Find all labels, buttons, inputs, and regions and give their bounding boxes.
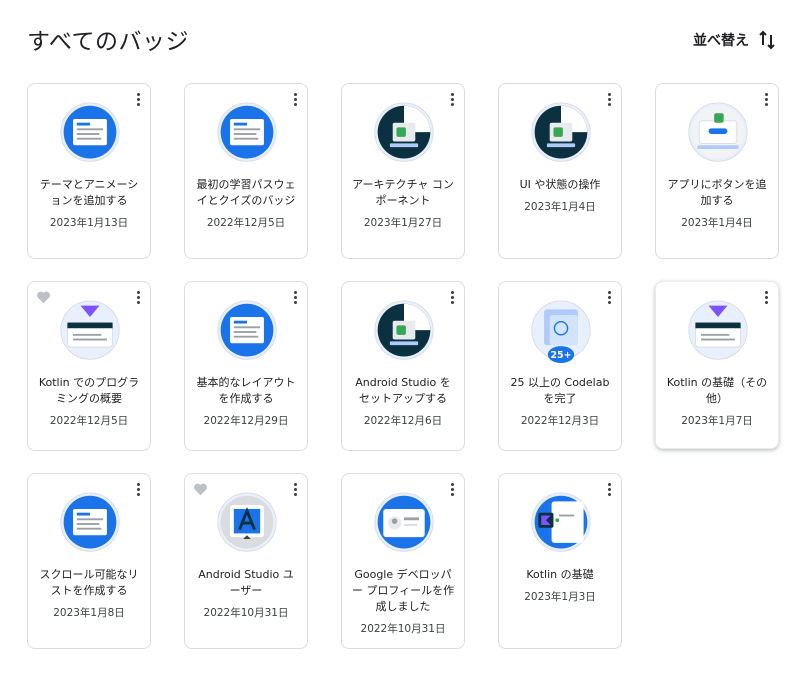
badge-card[interactable]: 最初の学習パスウェイとクイズのバッジ 2022年12月5日: [184, 83, 308, 259]
badge-date: 2023年1月7日: [681, 415, 753, 427]
badge-title: UI や状態の操作: [519, 178, 601, 191]
badge-icon: [217, 300, 277, 360]
badge-title: Kotlin の基礎（その他）: [666, 376, 768, 405]
badge-date: 2023年1月13日: [49, 217, 129, 229]
badge-date: 2023年1月27日: [363, 217, 443, 229]
badge-date: 2022年10月31日: [203, 607, 289, 619]
page-title: すべてのバッジ: [27, 29, 189, 55]
badge-icon: [374, 102, 434, 162]
badge-date: 2022年12月29日: [203, 415, 289, 427]
badge-card[interactable]: 25+ 25 以上の Codelab を完了 2022年12月3日: [498, 281, 622, 451]
badge-title: 基本的なレイアウトを作成する: [196, 376, 296, 405]
badge-title: 25 以上の Codelab を完了: [510, 376, 610, 405]
badge-icon: [688, 300, 748, 360]
badge-date: 2023年1月4日: [681, 217, 753, 229]
badge-title: スクロール可能なリストを作成する: [39, 568, 139, 597]
badge-title: アーキテクチャ コンポーネント: [352, 178, 454, 207]
favorite-heart-icon[interactable]: [36, 290, 51, 304]
badge-date: 2023年1月8日: [53, 607, 125, 619]
badge-title: Android Studio をセットアップする: [355, 376, 451, 405]
more-options-icon[interactable]: [764, 93, 768, 107]
favorite-heart-icon[interactable]: [193, 482, 208, 496]
badge-card[interactable]: UI や状態の操作 2023年1月4日: [498, 83, 622, 259]
badge-title: Kotlin の基礎: [526, 568, 594, 581]
badge-card[interactable]: Android Studio ユーザー 2022年10月31日: [184, 473, 308, 649]
badge-icon: [374, 492, 434, 552]
badge-card[interactable]: アプリにボタンを追加する 2023年1月4日: [655, 83, 779, 259]
badge-title: Google デベロッパー プロフィールを作成しました: [351, 568, 455, 613]
badge-icon: [531, 102, 591, 162]
badge-card[interactable]: アーキテクチャ コンポーネント 2023年1月27日: [341, 83, 465, 259]
badge-title: Android Studio ユーザー: [198, 568, 294, 597]
more-options-icon[interactable]: [136, 483, 140, 497]
badge-icon: [217, 492, 277, 552]
badge-card[interactable]: Kotlin の基礎 2023年1月3日: [498, 473, 622, 649]
more-options-icon[interactable]: [293, 93, 297, 107]
badge-icon: 25+: [531, 300, 591, 364]
badge-date: 2023年1月4日: [524, 201, 596, 213]
badge-card[interactable]: Android Studio をセットアップする 2022年12月6日: [341, 281, 465, 451]
badge-icon: [60, 492, 120, 552]
badge-icon: [60, 300, 120, 360]
badge-card[interactable]: Kotlin の基礎（その他） 2023年1月7日: [655, 281, 779, 449]
badge-card[interactable]: Kotlin でのプログラミングの概要 2022年12月5日: [27, 281, 151, 451]
badge-icon: [531, 492, 591, 552]
more-options-icon[interactable]: [607, 291, 611, 305]
badge-card[interactable]: スクロール可能なリストを作成する 2023年1月8日: [27, 473, 151, 649]
more-options-icon[interactable]: [607, 93, 611, 107]
badge-date: 2022年12月5日: [49, 415, 129, 427]
badge-title: アプリにボタンを追加する: [667, 178, 767, 207]
badge-date: 2023年1月3日: [524, 591, 596, 603]
badge-date: 2022年12月5日: [206, 217, 286, 229]
more-options-icon[interactable]: [136, 93, 140, 107]
sort-button[interactable]: 並べ替え: [693, 30, 775, 50]
more-options-icon[interactable]: [293, 291, 297, 305]
sort-label: 並べ替え: [693, 33, 749, 49]
more-options-icon[interactable]: [450, 291, 454, 305]
more-options-icon[interactable]: [293, 483, 297, 497]
badge-title: 最初の学習パスウェイとクイズのバッジ: [196, 178, 296, 207]
badge-card[interactable]: Google デベロッパー プロフィールを作成しました 2022年10月31日: [341, 473, 465, 649]
badge-icon: [60, 102, 120, 162]
badge-title: テーマとアニメーションを追加する: [39, 178, 139, 207]
badge-icon: [217, 102, 277, 162]
badge-title: Kotlin でのプログラミングの概要: [38, 376, 140, 405]
badge-date: 2022年12月6日: [363, 415, 443, 427]
more-options-icon[interactable]: [136, 291, 140, 305]
badge-date: 2022年12月3日: [520, 415, 600, 427]
more-options-icon[interactable]: [450, 483, 454, 497]
badge-date: 2022年10月31日: [360, 623, 446, 635]
more-options-icon[interactable]: [450, 93, 454, 107]
more-options-icon[interactable]: [764, 291, 768, 305]
badge-icon: [688, 102, 748, 162]
badge-icon: [374, 300, 434, 360]
sort-arrows-icon: [759, 30, 775, 50]
badge-card[interactable]: テーマとアニメーションを追加する 2023年1月13日: [27, 83, 151, 259]
badge-card[interactable]: 基本的なレイアウトを作成する 2022年12月29日: [184, 281, 308, 451]
codelab-count-label: 25+: [551, 350, 572, 361]
more-options-icon[interactable]: [607, 483, 611, 497]
